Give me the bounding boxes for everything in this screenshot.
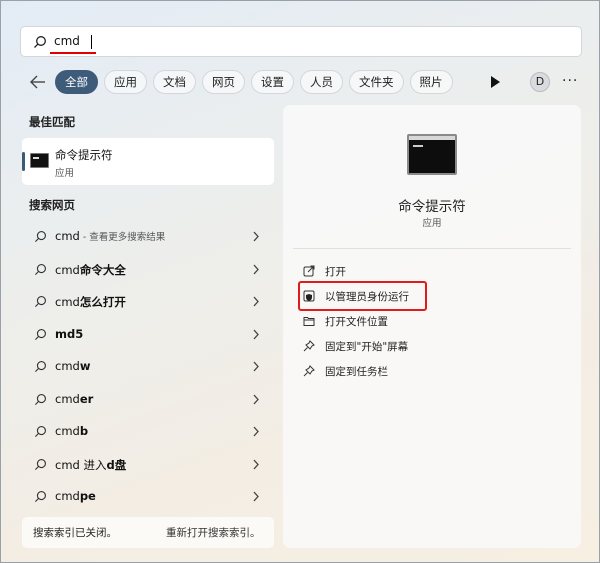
search-icon xyxy=(34,36,46,48)
detail-app-type: 应用 xyxy=(422,218,442,229)
search-icon xyxy=(34,263,46,275)
filter-apps[interactable]: 应用 xyxy=(104,70,147,94)
filter-settings[interactable]: 设置 xyxy=(251,70,294,94)
suggestion-text: cmd xyxy=(55,229,80,243)
search-icon xyxy=(34,426,46,438)
detail-panel: 命令提示符 应用 打开 以管理员身份运行 打开文件位置 固定到"开始"屏幕 固定… xyxy=(283,105,581,548)
filter-documents[interactable]: 文档 xyxy=(153,70,196,94)
search-icon xyxy=(34,361,46,373)
best-match-heading: 最佳匹配 xyxy=(29,115,75,129)
chevron-right-icon xyxy=(253,426,259,437)
suggestion-text: cmd 进入 xyxy=(55,457,107,472)
filter-all[interactable]: 全部 xyxy=(55,70,98,94)
suggestion-subtext: - 查看更多搜索结果 xyxy=(79,232,166,243)
chevron-right-icon xyxy=(253,264,259,274)
search-index-footer: 搜索索引已关闭。 重新打开搜索索引。 xyxy=(22,517,274,548)
best-match-name: 命令提示符 xyxy=(55,148,113,162)
web-suggestion[interactable]: cmdb xyxy=(22,415,274,448)
action-pin-to-start[interactable]: 固定到"开始"屏幕 xyxy=(303,334,553,359)
start-search-window: cmd 全部 应用 文档 网页 设置 人员 文件夹 照片 D ··· 最佳匹配 … xyxy=(0,0,600,563)
web-suggestion[interactable]: cmd 进入d盘 xyxy=(22,448,274,481)
web-suggestion[interactable]: md5 xyxy=(22,318,274,351)
search-icon xyxy=(34,328,46,340)
folder-icon xyxy=(303,317,315,326)
suggestion-completion: er xyxy=(79,391,94,406)
suggestion-text: cmd xyxy=(55,489,80,503)
index-status-text: 搜索索引已关闭。 xyxy=(33,527,117,539)
search-icon xyxy=(34,393,46,405)
text-caret xyxy=(91,35,92,49)
action-label: 打开 xyxy=(325,266,346,278)
pin-icon xyxy=(303,340,315,352)
suggestion-text: cmd xyxy=(55,262,80,277)
filter-photos[interactable]: 照片 xyxy=(409,70,453,94)
filter-chips: 全部 应用 文档 网页 设置 人员 文件夹 照片 xyxy=(55,70,453,94)
reenable-index-link[interactable]: 重新打开搜索索引。 xyxy=(166,525,261,540)
action-label: 固定到"开始"屏幕 xyxy=(325,341,409,353)
best-match-result[interactable]: 命令提示符 应用 xyxy=(22,138,274,185)
chevron-right-icon xyxy=(253,459,259,469)
search-icon xyxy=(34,231,46,243)
action-label: 固定到任务栏 xyxy=(325,366,388,378)
web-suggestion[interactable]: cmd - 查看更多搜索结果 xyxy=(22,220,274,253)
search-icon xyxy=(34,458,46,470)
search-icon xyxy=(34,491,46,503)
command-prompt-icon xyxy=(407,134,457,175)
action-list: 打开 以管理员身份运行 打开文件位置 固定到"开始"屏幕 固定到任务栏 xyxy=(303,259,553,384)
suggestion-text: cmd xyxy=(55,295,80,309)
search-box[interactable]: cmd xyxy=(20,26,582,57)
suggestion-completion: b xyxy=(79,424,89,438)
suggestion-completion: 怎么打开 xyxy=(79,295,126,309)
web-suggestion[interactable]: cmder xyxy=(22,383,274,416)
web-suggestion[interactable]: cmdw xyxy=(22,350,274,383)
suggestion-text: cmd xyxy=(55,359,80,373)
web-suggestion[interactable]: cmdpe xyxy=(22,480,274,513)
action-pin-to-taskbar[interactable]: 固定到任务栏 xyxy=(303,359,553,384)
chevron-right-icon xyxy=(253,491,259,502)
chevron-right-icon xyxy=(253,329,259,339)
suggestion-completion: pe xyxy=(79,489,96,503)
suggestion-completion: md5 xyxy=(55,326,84,341)
more-options-icon[interactable]: ··· xyxy=(562,73,578,89)
play-icon[interactable] xyxy=(489,75,501,89)
action-open-file-location[interactable]: 打开文件位置 xyxy=(303,309,553,334)
filter-web[interactable]: 网页 xyxy=(202,70,245,94)
back-arrow-icon[interactable] xyxy=(28,72,48,92)
selection-indicator xyxy=(22,152,25,171)
suggestion-completion: w xyxy=(79,359,91,373)
chevron-right-icon xyxy=(253,361,259,372)
chevron-right-icon xyxy=(253,394,259,404)
chevron-right-icon xyxy=(253,296,259,307)
suggestion-completion: 命令大全 xyxy=(79,262,126,277)
detail-app-name: 命令提示符 xyxy=(398,199,466,215)
web-search-heading: 搜索网页 xyxy=(29,198,75,212)
command-prompt-icon xyxy=(30,153,49,168)
search-input[interactable]: cmd xyxy=(54,34,80,48)
search-icon xyxy=(34,296,46,308)
suggestion-completion: d盘 xyxy=(106,457,127,472)
suggestion-text: cmd xyxy=(55,391,80,406)
suggestion-text: cmd xyxy=(55,424,80,438)
web-suggestion[interactable]: cmd命令大全 xyxy=(22,253,274,286)
query-underline-mark xyxy=(50,52,96,54)
run-as-admin-highlight-box xyxy=(298,281,427,311)
best-match-type: 应用 xyxy=(55,168,75,179)
filter-folders[interactable]: 文件夹 xyxy=(349,70,404,94)
action-label: 打开文件位置 xyxy=(325,316,388,328)
web-suggestion[interactable]: cmd怎么打开 xyxy=(22,285,274,318)
chevron-right-icon xyxy=(253,231,259,242)
filter-people[interactable]: 人员 xyxy=(300,70,343,94)
user-avatar[interactable]: D xyxy=(530,72,550,92)
pin-icon xyxy=(303,365,315,377)
web-suggestion-list: cmd - 查看更多搜索结果 cmd命令大全 cmd怎么打开 md5 cmdw … xyxy=(22,220,274,513)
open-icon xyxy=(303,265,315,277)
divider xyxy=(293,248,571,249)
